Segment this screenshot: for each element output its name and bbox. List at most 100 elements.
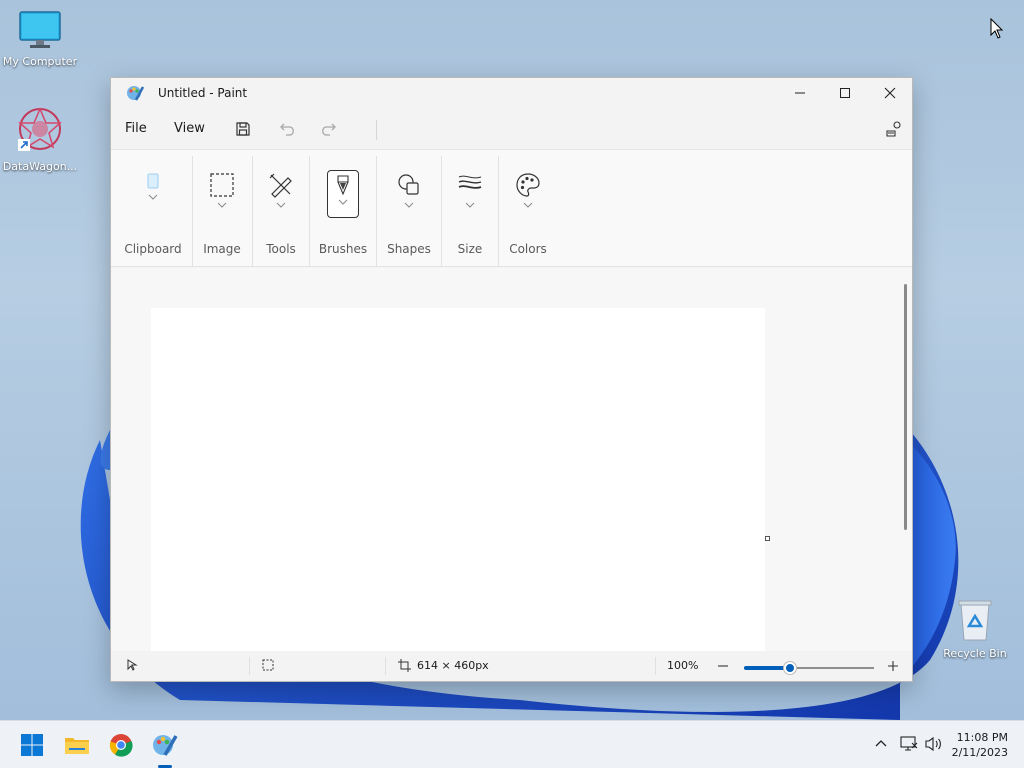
drawing-canvas[interactable] (151, 308, 765, 651)
mouse-cursor-icon (990, 18, 1004, 39)
desktop-icon-label: DataWagon... (2, 160, 78, 173)
minus-icon (718, 665, 728, 667)
canvas-area[interactable] (111, 268, 912, 651)
chevron-up-icon[interactable] (875, 739, 887, 747)
vertical-scrollbar[interactable] (904, 284, 907, 530)
redo-button[interactable] (317, 118, 339, 140)
menu-separator (376, 120, 377, 140)
chevron-down-icon (217, 202, 227, 208)
minimize-button[interactable] (777, 78, 823, 108)
cursor-position (127, 659, 139, 671)
shapes-icon (398, 174, 419, 195)
shapes-group-icon (393, 172, 425, 220)
chrome-icon (109, 734, 133, 757)
taskbar: 11:08 PM 2/11/2023 (0, 720, 1024, 768)
ribbon-group-label: Clipboard (124, 242, 182, 256)
zoom-in-button[interactable] (882, 655, 904, 677)
selection-icon (210, 173, 234, 197)
maximize-button[interactable] (822, 78, 868, 108)
window-title: Untitled - Paint (158, 86, 248, 100)
menu-view[interactable]: View (174, 121, 205, 136)
chevron-down-icon (338, 199, 348, 205)
maximize-icon (840, 88, 850, 98)
desktop-icon-recycle-bin[interactable]: Recycle Bin (935, 598, 1015, 660)
colors-group-icon (512, 172, 544, 220)
desktop-icon-datawagon[interactable]: DataWagon... (0, 105, 80, 173)
network-icon[interactable] (900, 736, 918, 752)
undo-button[interactable] (277, 118, 299, 140)
desktop-icon-my-computer[interactable]: My Computer (0, 10, 80, 68)
paint-window: Untitled - Paint File View Clipboard Ima… (110, 77, 913, 682)
start-button[interactable] (14, 727, 50, 763)
zoom-level[interactable]: 100% (667, 659, 698, 672)
file-explorer-button[interactable] (59, 727, 95, 763)
ribbon-group-brushes[interactable]: Brushes (310, 150, 376, 268)
canvas-size-icon (398, 659, 411, 672)
chevron-down-icon (276, 202, 286, 208)
ribbon: Clipboard Image Tools Brushes Shapes Siz… (111, 149, 912, 267)
canvas-resize-handle[interactable] (765, 536, 770, 541)
menu-bar: File View (111, 108, 912, 148)
desktop-icon-label: Recycle Bin (943, 647, 1007, 660)
ribbon-group-label: Tools (266, 242, 296, 256)
minimize-icon (795, 92, 805, 94)
ribbon-group-size[interactable]: Size (442, 150, 498, 268)
zoom-out-button[interactable] (712, 655, 734, 677)
canvas-size-text: 614 × 460px (417, 659, 489, 672)
undo-icon (280, 123, 294, 136)
close-button[interactable] (867, 78, 913, 108)
ribbon-group-tools[interactable]: Tools (253, 150, 309, 268)
ribbon-group-shapes[interactable]: Shapes (377, 150, 441, 268)
monitor-icon (19, 11, 61, 48)
status-separator (249, 657, 250, 675)
pointer-icon (127, 659, 138, 671)
close-icon (884, 87, 896, 99)
status-separator (655, 657, 656, 675)
size-icon (458, 175, 482, 189)
account-button[interactable] (883, 118, 905, 140)
selection-size-icon (262, 659, 274, 671)
ribbon-group-label: Shapes (387, 242, 431, 256)
recycle-bin-icon (958, 600, 992, 641)
brush-icon (337, 175, 349, 196)
selection-size (262, 659, 274, 671)
chevron-down-icon (523, 202, 533, 208)
chrome-button[interactable] (103, 727, 139, 763)
paint-taskbar-button[interactable] (147, 727, 183, 763)
chevron-down-icon (465, 202, 475, 208)
ribbon-group-clipboard[interactable]: Clipboard (117, 150, 189, 268)
account-icon (886, 121, 901, 137)
canvas-size: 614 × 460px (398, 659, 489, 672)
folder-icon (65, 738, 89, 754)
volume-icon[interactable] (925, 736, 943, 752)
clock-time: 11:08 PM (956, 731, 1008, 744)
ribbon-group-label: Colors (509, 242, 547, 256)
title-bar[interactable]: Untitled - Paint (111, 78, 912, 108)
redo-icon (322, 123, 336, 136)
clipboard-group-icon (137, 172, 169, 220)
status-bar: 614 × 460px 100% (111, 651, 912, 681)
clock-date: 2/11/2023 (951, 746, 1008, 759)
datawagon-icon (18, 107, 62, 151)
clipboard-icon (147, 173, 159, 189)
system-clock[interactable]: 11:08 PM 2/11/2023 (952, 730, 1008, 760)
chevron-down-icon (148, 194, 158, 200)
plus-icon (888, 661, 898, 671)
save-icon (236, 122, 250, 136)
image-group-icon (206, 172, 238, 220)
zoom-slider-thumb[interactable] (783, 662, 796, 674)
paint-app-icon (127, 86, 144, 101)
menu-file[interactable]: File (125, 121, 147, 136)
save-button[interactable] (232, 118, 254, 140)
paint-icon (153, 735, 178, 756)
brushes-group-icon (327, 170, 359, 218)
zoom-slider[interactable] (744, 662, 874, 674)
tools-icon (269, 173, 292, 198)
ribbon-group-colors[interactable]: Colors (499, 150, 557, 268)
status-separator (385, 657, 386, 675)
size-group-icon (454, 172, 486, 220)
ribbon-group-image[interactable]: Image (193, 150, 251, 268)
palette-icon (516, 173, 540, 197)
tools-group-icon (265, 172, 297, 220)
chevron-down-icon (404, 202, 414, 208)
